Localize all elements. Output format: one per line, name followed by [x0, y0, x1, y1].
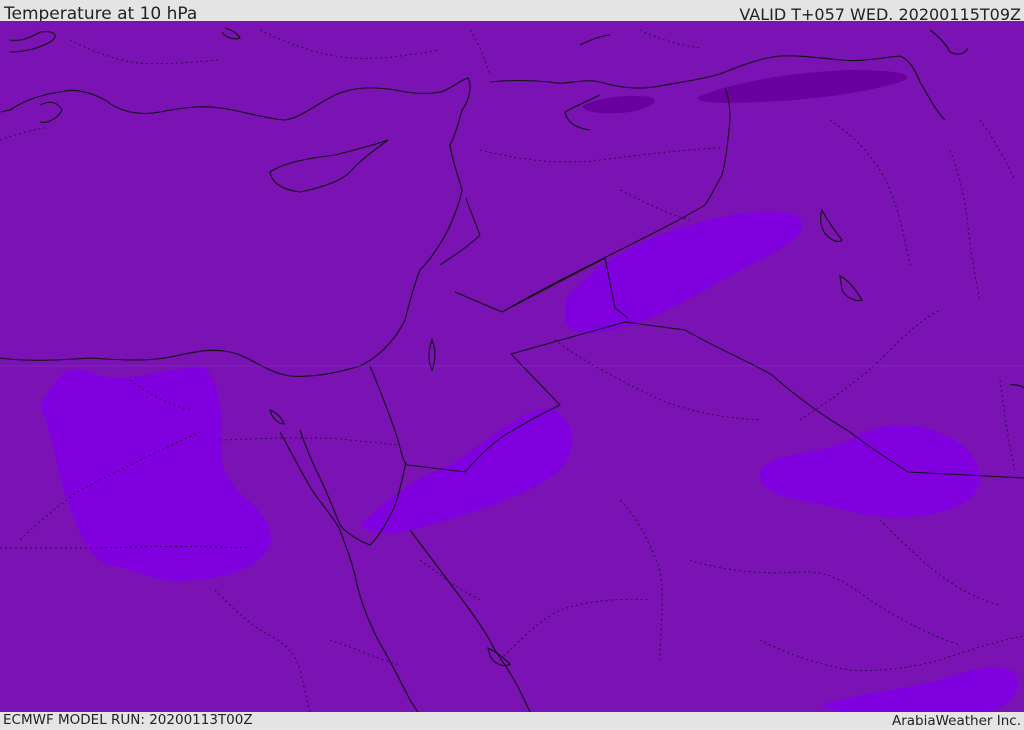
temperature-map	[0, 21, 1024, 712]
brand-label: ArabiaWeather Inc.	[891, 713, 1021, 729]
footer-bar: ECMWF MODEL RUN: 20200113T00Z ArabiaWeat…	[0, 712, 1024, 729]
temperature-field	[0, 21, 1024, 712]
model-run-label: ECMWF MODEL RUN: 20200113T00Z	[3, 712, 253, 728]
header-bar: Temperature at 10 hPa VALID T+057 WED. 2…	[0, 0, 1024, 24]
